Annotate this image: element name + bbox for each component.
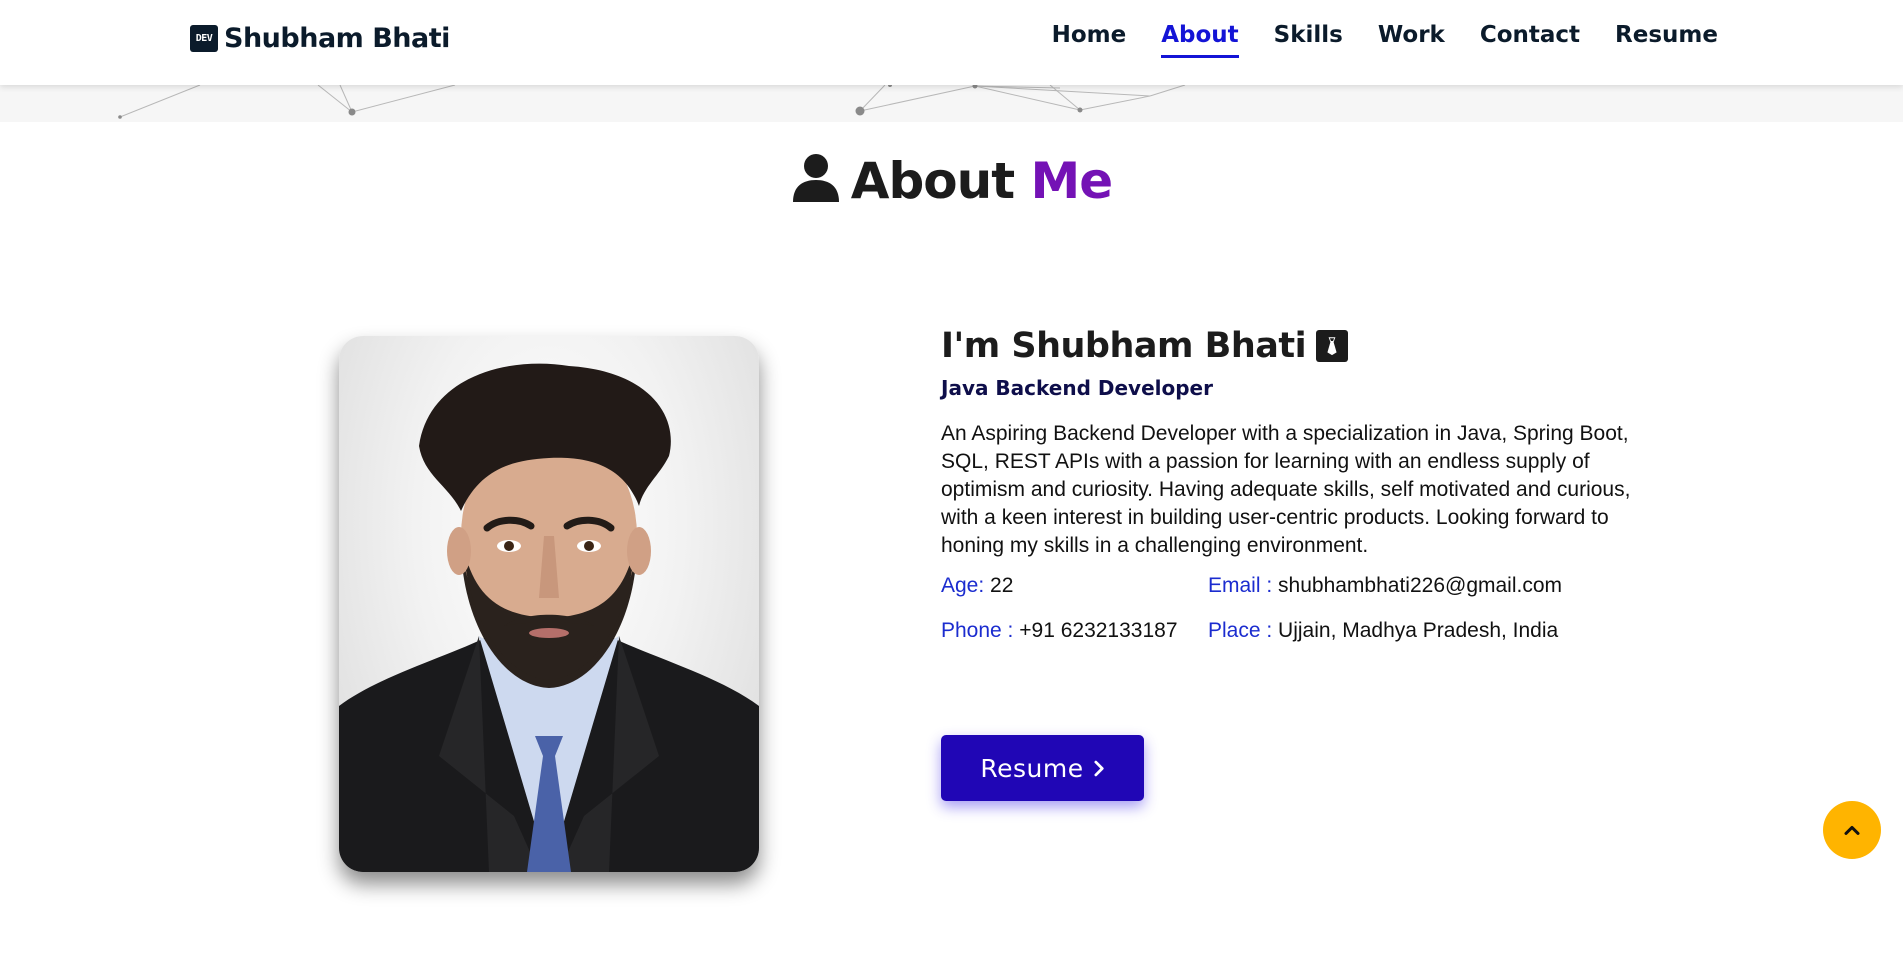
navbar: DEV Shubham Bhati Home About Skills Work… (0, 0, 1903, 85)
role-subtitle: Java Backend Developer (941, 376, 1213, 400)
chevron-up-icon (1843, 821, 1861, 840)
nav-resume[interactable]: Resume (1615, 22, 1718, 58)
nav-work[interactable]: Work (1378, 22, 1445, 58)
info-grid: Age: 22 Email : shubhambhati226@gmail.co… (941, 574, 1651, 643)
section-title: About Me (0, 152, 1903, 210)
section-title-accent: Me (1030, 152, 1114, 210)
user-icon (791, 152, 841, 202)
greeting-heading: I'm Shubham Bhati (941, 326, 1651, 366)
about-content: I'm Shubham Bhati Java Backend Developer… (941, 326, 1651, 643)
place-value: Ujjain, Madhya Pradesh, India (1278, 619, 1559, 642)
nav-home[interactable]: Home (1052, 22, 1127, 58)
brand-logo[interactable]: DEV Shubham Bhati (190, 23, 450, 54)
profile-photo (339, 336, 759, 872)
phone-info: Phone : +91 6232133187 (941, 619, 1208, 643)
nav-skills[interactable]: Skills (1274, 22, 1343, 58)
about-description: An Aspiring Backend Developer with a spe… (941, 422, 1631, 557)
nav-about[interactable]: About (1161, 22, 1239, 58)
email-label: Email : (1208, 574, 1273, 597)
email-value: shubhambhati226@gmail.com (1278, 574, 1563, 597)
phone-value: +91 6232133187 (1019, 619, 1178, 642)
tie-icon (1316, 330, 1349, 362)
place-info: Place : Ujjain, Madhya Pradesh, India (1208, 619, 1628, 643)
place-label: Place : (1208, 619, 1273, 642)
phone-label: Phone : (941, 619, 1014, 642)
background-particles (0, 83, 1903, 122)
age-value: 22 (990, 574, 1014, 597)
email-info: Email : shubhambhati226@gmail.com (1208, 574, 1628, 598)
greeting-text: I'm Shubham Bhati (941, 326, 1307, 366)
nav-contact[interactable]: Contact (1480, 22, 1580, 58)
resume-button-label: Resume (980, 753, 1084, 783)
dev-icon: DEV (190, 25, 218, 52)
scroll-to-top-button[interactable] (1823, 801, 1881, 859)
age-info: Age: 22 (941, 574, 1208, 598)
portrait-illustration (339, 363, 759, 872)
brand-name: Shubham Bhati (224, 23, 450, 54)
chevron-right-icon (1094, 754, 1105, 783)
age-label: Age: (941, 574, 985, 597)
resume-button[interactable]: Resume (941, 735, 1144, 801)
main-nav: Home About Skills Work Contact Resume (1052, 22, 1718, 58)
section-title-main: About (850, 152, 1015, 210)
